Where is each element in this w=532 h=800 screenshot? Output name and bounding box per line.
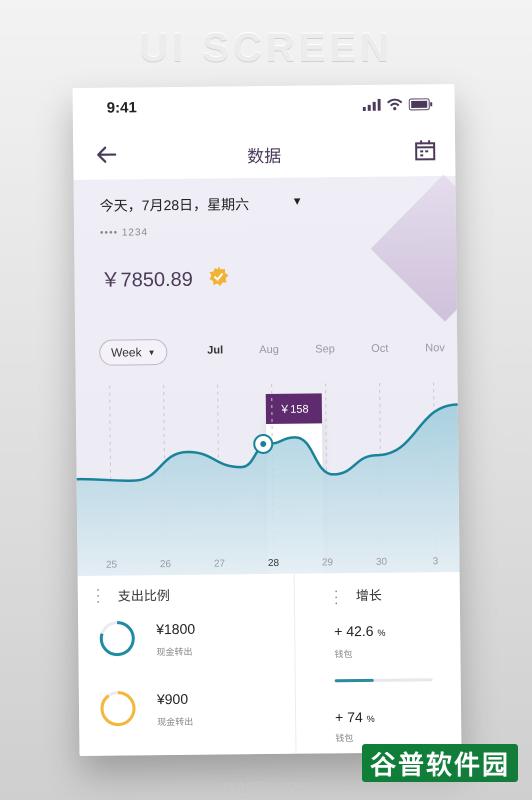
- growth-progress-fill: [334, 678, 374, 683]
- watermark-logo: 谷普软件园: [362, 744, 518, 782]
- growth-value-1: + 42.6 %: [334, 622, 386, 640]
- growth-number-1: + 42.6: [334, 622, 374, 640]
- month-tab-aug[interactable]: Aug: [259, 344, 279, 356]
- brand-title: UI SCREEN: [139, 26, 393, 70]
- more-vertical-icon[interactable]: · · ·: [334, 582, 339, 610]
- growth-unit-1: %: [377, 627, 386, 638]
- chevron-down-icon: ▼: [147, 347, 156, 357]
- expense-amount-2: ¥900: [156, 690, 189, 708]
- date-label: 今天，7月28日，星期六: [99, 196, 250, 214]
- expense-ring-1: [99, 621, 135, 657]
- expense-sub-1: 现金转出: [156, 646, 193, 658]
- growth-title: 增长: [355, 587, 382, 604]
- month-tab-nov[interactable]: Nov: [425, 342, 445, 354]
- growth-sub-2: 钱包: [335, 733, 354, 744]
- chart-x-tick-label: 25: [106, 560, 118, 571]
- growth-unit-2: %: [366, 713, 375, 724]
- chart-x-tick-label: 29: [322, 557, 334, 568]
- month-tab-sep[interactable]: Sep: [315, 343, 335, 355]
- month-tab-oct[interactable]: Oct: [371, 343, 388, 355]
- footer-credit: IBAOTU.COM: [224, 781, 308, 792]
- ring-progress: [100, 691, 136, 727]
- growth-progress-bar: [334, 678, 433, 683]
- month-tab-jul[interactable]: Jul: [207, 344, 223, 356]
- status-bar: 9:41: [72, 84, 455, 131]
- growth-sub-1: 钱包: [334, 649, 353, 660]
- bottom-stats: · · · 支出比例 ¥1800 现金转出 ¥900 现金转出 · · · 增长 + 4…: [77, 571, 462, 756]
- period-label: Week: [111, 345, 142, 360]
- card-number: •••• 1234: [99, 227, 149, 239]
- wifi-icon: [387, 98, 403, 111]
- expense-sub-2: 现金转出: [157, 716, 194, 728]
- column-divider: [293, 573, 297, 754]
- period-selector[interactable]: Week ▼: [99, 339, 168, 366]
- chart-x-tick-label: 30: [376, 557, 388, 568]
- more-vertical-icon[interactable]: · · ·: [96, 581, 101, 609]
- page-title: 数据: [247, 146, 282, 167]
- growth-number-2: + 74: [335, 709, 363, 726]
- expense-ring-2: [100, 691, 136, 727]
- balance-amount: ￥7850.89: [100, 268, 193, 292]
- chart-area: [76, 404, 460, 576]
- status-icons: [362, 98, 433, 111]
- decorative-shape: [370, 174, 462, 322]
- chart-x-tick-label: 27: [214, 558, 226, 569]
- growth-value-2: + 74 %: [335, 709, 375, 725]
- chart-x-tick-label: 26: [160, 559, 172, 570]
- chart-x-tick-label: 28: [268, 558, 280, 569]
- chevron-down-icon[interactable]: ▼: [292, 196, 303, 208]
- calendar-icon[interactable]: [413, 138, 437, 162]
- status-time: 9:41: [106, 99, 137, 117]
- battery-icon: [408, 98, 433, 111]
- expense-amount-1: ¥1800: [156, 620, 196, 638]
- phone-screen: 9:41 数据 今天，7月28日，星期六 ▼ •••• 1234 ￥7850.8…: [72, 84, 462, 756]
- spending-line-chart[interactable]: 25 26 27 28 29 30 3: [76, 382, 460, 586]
- nav-bar: 数据: [72, 126, 456, 182]
- chart-x-tick-label: 3: [433, 556, 439, 567]
- signal-icon: [362, 98, 381, 111]
- verified-badge-icon: [209, 266, 229, 286]
- expense-title: 支出比例: [117, 588, 170, 604]
